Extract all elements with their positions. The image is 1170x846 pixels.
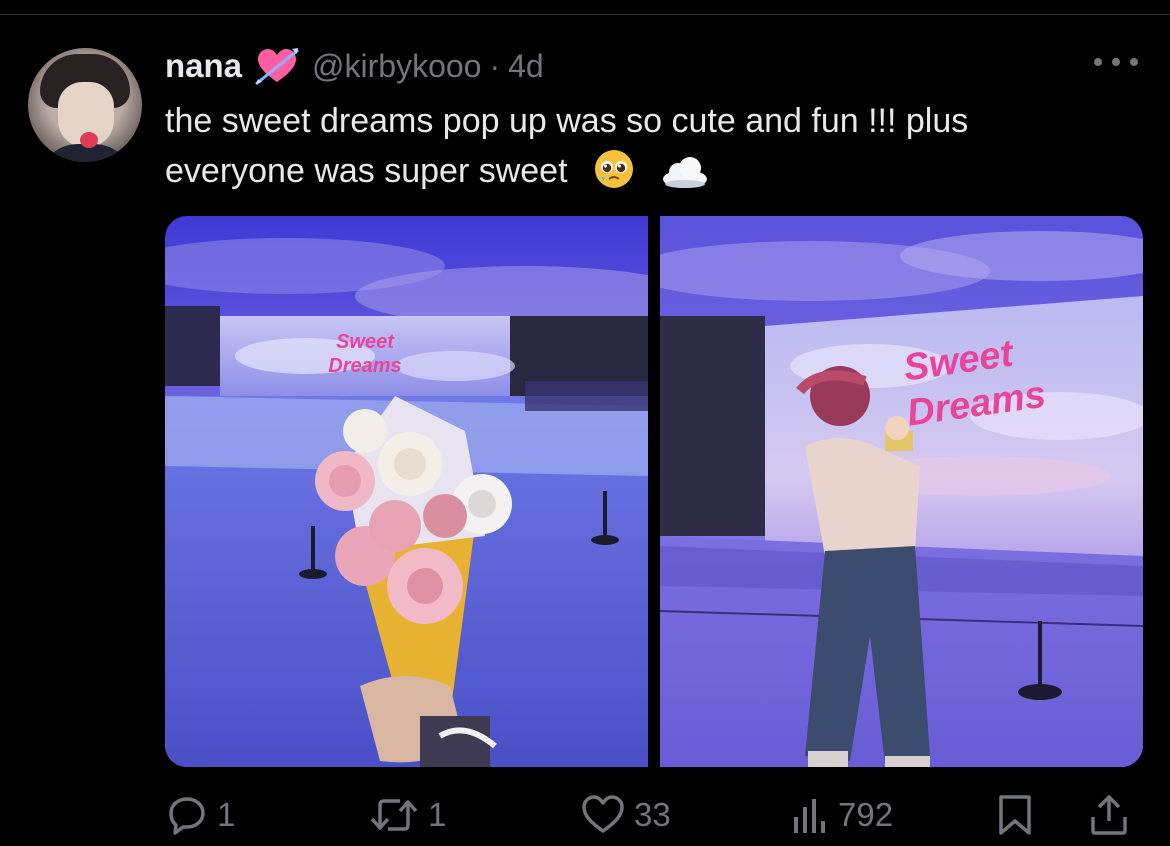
display-name[interactable]: nana [165, 47, 242, 85]
sign-text-left-1: Sweet [336, 331, 395, 353]
separator-dot: · [489, 47, 501, 84]
heart-icon [582, 795, 624, 833]
more-options-icon[interactable] [1094, 52, 1138, 72]
analytics-icon [794, 799, 825, 833]
cloud-icon [663, 157, 708, 188]
photo-person[interactable]: Sweet Dreams [660, 216, 1143, 767]
tweet-text-line-2: everyone was super sweet [165, 152, 568, 190]
bookmark-button[interactable] [995, 790, 1035, 840]
top-divider [0, 14, 1170, 15]
like-button[interactable]: 33 [580, 790, 671, 840]
avatar[interactable] [28, 48, 142, 162]
tweet-media[interactable]: Sweet Dreams Sweet Dreams [165, 216, 1143, 767]
tweet-header: nana @kirbykooo · 4d [165, 42, 544, 90]
views-button[interactable]: 792 [790, 790, 893, 840]
reply-button[interactable]: 1 [165, 790, 235, 840]
reply-count: 1 [217, 796, 236, 833]
share-icon [1091, 795, 1127, 835]
photo-bouquet[interactable]: Sweet Dreams [165, 216, 648, 767]
repost-button[interactable]: 1 [368, 790, 446, 840]
tweet-text-line-1: the sweet dreams pop up was so cute and … [165, 102, 969, 140]
reply-icon [169, 797, 205, 835]
repost-icon [370, 799, 418, 831]
tweet-text: the sweet dreams pop up was so cute and … [165, 96, 1145, 196]
pleading-face-icon [595, 150, 633, 188]
repost-count: 1 [428, 796, 447, 833]
user-handle[interactable]: @kirbykooo [312, 48, 481, 85]
share-button[interactable] [1087, 790, 1131, 840]
sign-text-left-2: Dreams [328, 355, 401, 377]
like-count: 33 [634, 796, 671, 833]
views-count: 792 [838, 796, 894, 833]
tweet-actions: 1 1 33 792 [165, 790, 1145, 840]
timestamp[interactable]: 4d [508, 48, 544, 85]
bookmark-icon [999, 795, 1031, 835]
heart-with-arrow-icon [255, 48, 299, 86]
